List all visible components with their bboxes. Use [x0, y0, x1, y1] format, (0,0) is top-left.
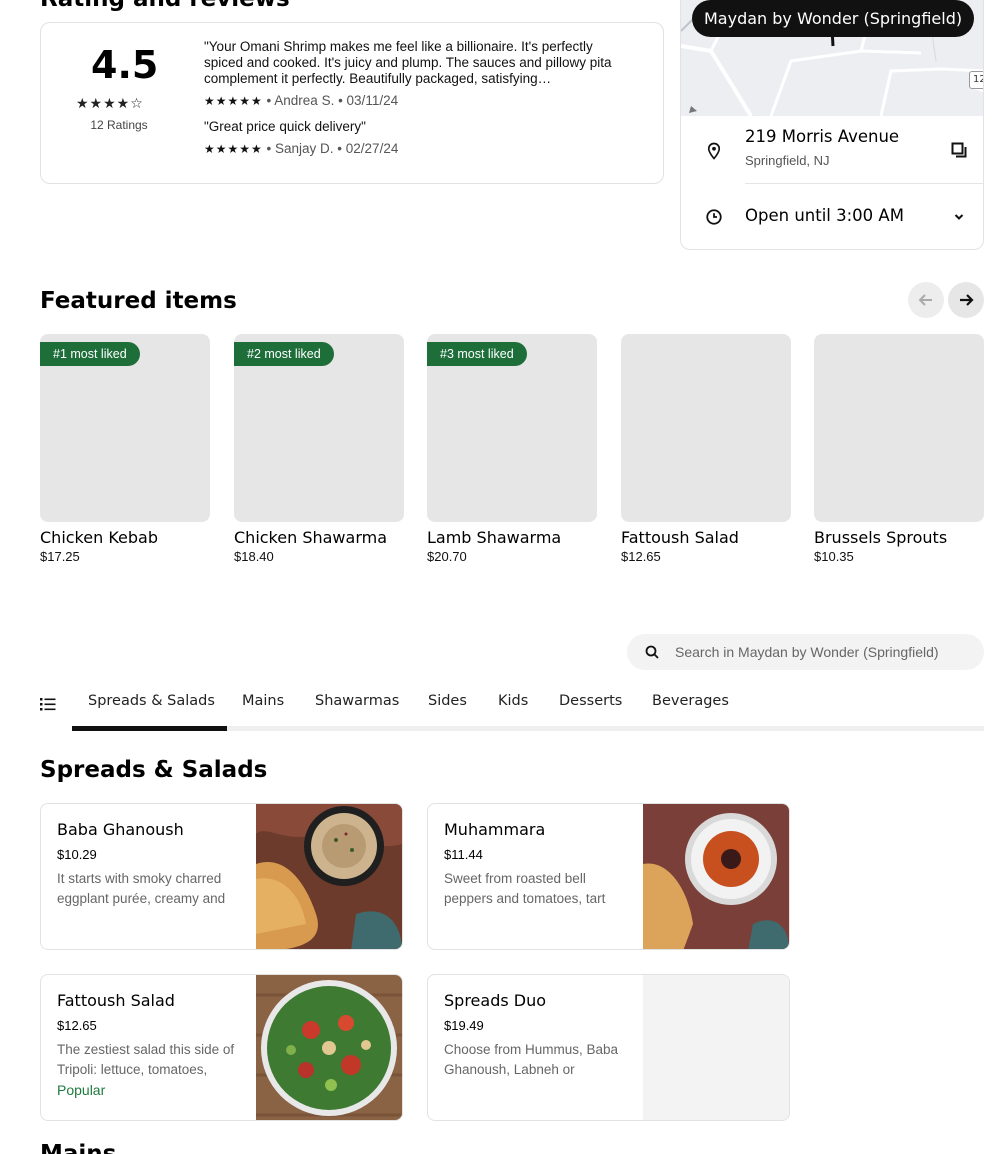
ratings-section-title: Rating and reviews	[40, 0, 290, 12]
review-stars: ★★★★★	[204, 94, 263, 108]
menu-item-price: $12.65	[57, 1018, 97, 1033]
location-divider	[745, 183, 983, 184]
menu-item-card[interactable]: Muhammara $11.44 Sweet from roasted bell…	[427, 803, 790, 950]
menu-item-name: Baba Ghanoush	[57, 820, 184, 839]
featured-item-name: Lamb Shawarma	[427, 528, 562, 547]
featured-item-card[interactable]: #3 most liked Lamb Shawarma $20.70	[427, 334, 597, 564]
store-address: 219 Morris Avenue	[745, 127, 900, 146]
review-meta: ★★★★★ • Andrea S. • 03/11/24	[204, 93, 398, 108]
carousel-next-button[interactable]	[948, 282, 984, 318]
featured-item-name: Chicken Kebab	[40, 528, 158, 547]
most-liked-badge: #1 most liked	[40, 342, 140, 366]
menu-item-name: Spreads Duo	[444, 991, 547, 1010]
rating-score: 4.5	[91, 43, 159, 87]
clock-icon	[706, 209, 722, 225]
featured-item-name: Chicken Shawarma	[234, 528, 387, 547]
featured-item-card[interactable]: #2 most liked Chicken Shawarma $18.40	[234, 334, 404, 564]
most-liked-badge: #2 most liked	[234, 342, 334, 366]
category-list-icon[interactable]	[40, 696, 56, 712]
review-meta: ★★★★★ • Sanjay D. • 02/27/24	[204, 141, 398, 156]
menu-item-photo	[256, 975, 402, 1120]
menu-item-photo	[643, 804, 789, 949]
menu-item-price: $11.44	[444, 847, 483, 862]
most-liked-badge: #3 most liked	[427, 342, 527, 366]
menu-search-input[interactable]	[675, 640, 975, 664]
review-author-date: • Andrea S. • 03/11/24	[262, 93, 399, 108]
featured-item-name: Fattoush Salad	[621, 528, 739, 547]
tab-spreads-salads[interactable]: Spreads & Salads	[88, 693, 215, 709]
menu-item-photo	[256, 804, 402, 949]
featured-item-price: $20.70	[427, 549, 467, 564]
category-section-title: Spreads & Salads	[40, 757, 268, 783]
menu-item-price: $19.49	[444, 1018, 484, 1033]
ratings-card: 4.5 ★★★★☆ 12 Ratings "Your Omani Shrimp …	[40, 22, 664, 184]
review-stars: ★★★★★	[204, 142, 263, 156]
tab-desserts[interactable]: Desserts	[559, 693, 622, 709]
menu-item-card[interactable]: Fattoush Salad $12.65 The zestiest salad…	[40, 974, 403, 1121]
tab-beverages[interactable]: Beverages	[652, 693, 729, 709]
menu-item-card[interactable]: Baba Ghanoush $10.29 It starts with smok…	[40, 803, 403, 950]
rating-stars: ★★★★☆	[76, 96, 144, 112]
arrow-right-icon	[960, 294, 974, 306]
arrow-left-icon	[918, 294, 932, 306]
popular-label: Popular	[57, 1082, 106, 1098]
featured-item-price: $10.35	[814, 549, 854, 564]
route-shield: 12	[969, 71, 983, 89]
tab-shawarmas[interactable]: Shawarmas	[315, 693, 399, 709]
menu-item-description: The zestiest salad this side of Tripoli:…	[57, 1042, 235, 1077]
featured-item-image	[621, 334, 791, 522]
menu-item-description: Choose from Hummus, Baba Ghanoush, Labne…	[444, 1042, 619, 1077]
tab-kids[interactable]: Kids	[498, 693, 528, 709]
featured-item-card[interactable]: #1 most liked Chicken Kebab $17.25	[40, 334, 210, 564]
active-tab-indicator	[72, 726, 227, 731]
location-card: 12 Maydan by Wonder (Springfield) 219 Mo…	[680, 0, 984, 250]
copy-address-icon[interactable]	[951, 142, 967, 158]
location-pin-icon	[707, 142, 721, 160]
menu-item-card[interactable]: Spreads Duo $19.49 Choose from Hummus, B…	[427, 974, 790, 1121]
rating-count: 12 Ratings	[90, 118, 148, 132]
featured-item-image	[814, 334, 984, 522]
featured-item-name: Brussels Sprouts	[814, 528, 948, 547]
review-author-date: • Sanjay D. • 02/27/24	[262, 141, 399, 156]
menu-item-description: It starts with smoky charred eggplant pu…	[57, 871, 226, 906]
featured-section-title: Featured items	[40, 288, 237, 314]
review-text: "Great price quick delivery"	[204, 119, 366, 134]
featured-item-image: #2 most liked	[234, 334, 404, 522]
featured-item-price: $12.65	[621, 549, 661, 564]
store-map[interactable]: 12 Maydan by Wonder (Springfield)	[681, 0, 983, 118]
featured-item-image: #1 most liked	[40, 334, 210, 522]
menu-item-photo-placeholder	[643, 975, 789, 1120]
search-icon	[645, 645, 659, 659]
menu-item-description: Sweet from roasted bell peppers and toma…	[444, 871, 606, 906]
category-section-title: Mains	[40, 1141, 117, 1154]
review-text: "Your Omani Shrimp makes me feel like a …	[204, 39, 612, 86]
featured-item-card[interactable]: Fattoush Salad $12.65	[621, 334, 791, 564]
tab-mains[interactable]: Mains	[242, 693, 284, 709]
carousel-prev-button[interactable]	[908, 282, 944, 318]
chevron-down-icon[interactable]	[954, 212, 964, 222]
featured-item-price: $18.40	[234, 549, 274, 564]
tab-sides[interactable]: Sides	[428, 693, 467, 709]
menu-item-price: $10.29	[57, 847, 97, 862]
menu-item-name: Muhammara	[444, 820, 546, 839]
featured-item-price: $17.25	[40, 549, 80, 564]
store-hours[interactable]: Open until 3:00 AM	[745, 206, 904, 225]
store-name-pill: Maydan by Wonder (Springfield)	[692, 0, 975, 37]
menu-item-name: Fattoush Salad	[57, 991, 175, 1010]
menu-search-box[interactable]	[627, 634, 984, 670]
store-city: Springfield, NJ	[745, 153, 830, 168]
featured-item-image: #3 most liked	[427, 334, 597, 522]
featured-item-card[interactable]: Brussels Sprouts $10.35	[814, 334, 984, 564]
